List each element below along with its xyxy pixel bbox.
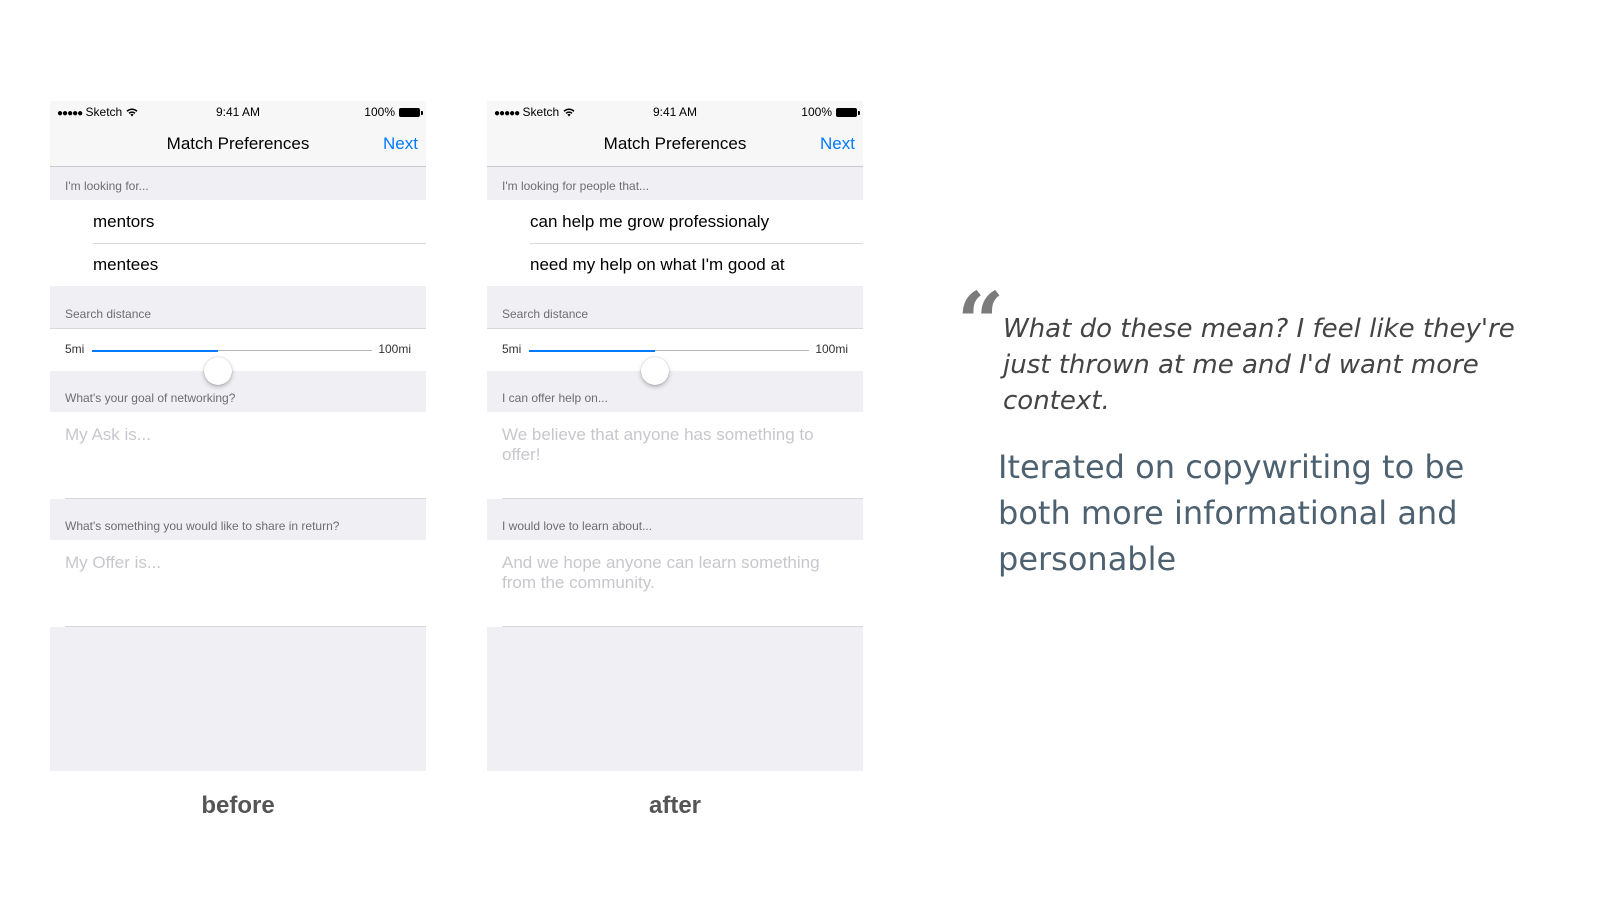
learn-textarea[interactable]: And we hope anyone can learn something f… <box>502 553 848 593</box>
battery-percent: 100% <box>801 105 832 119</box>
distance-slider-thumb[interactable] <box>204 357 232 385</box>
navigation-bar: Match Preferences Next <box>487 123 863 167</box>
divider <box>502 626 863 627</box>
summary-text: Iterated on copywriting to be both more … <box>998 448 1465 578</box>
nav-title: Match Preferences <box>166 134 310 153</box>
battery-percent: 100% <box>364 105 395 119</box>
caption-before: before <box>201 792 275 819</box>
slider-min-label: 5mi <box>65 342 85 356</box>
option-need-my-help[interactable]: need my help on what I'm good at <box>530 243 863 286</box>
distance-slider-track[interactable] <box>529 349 809 385</box>
battery-icon <box>399 107 423 117</box>
looking-for-label: I'm looking for... <box>65 179 149 193</box>
status-bar: ●●●●● Sketch 9:41 AM 100% <box>487 101 863 123</box>
navigation-bar: Match Preferences Next <box>50 123 426 167</box>
distance-slider-thumb[interactable] <box>641 357 669 385</box>
learn-field-block: And we hope anyone can learn something f… <box>487 540 863 627</box>
goal-label: What's your goal of networking? <box>65 391 236 405</box>
goal-field-block: My Ask is... <box>50 412 426 499</box>
distance-slider-fill <box>529 349 655 352</box>
share-label: What's something you would like to share… <box>65 519 340 533</box>
distance-slider-fill <box>92 349 218 352</box>
looking-for-label: I'm looking for people that... <box>502 179 650 193</box>
divider <box>65 498 426 499</box>
status-bar: ●●●●● Sketch 9:41 AM 100% <box>50 101 426 123</box>
option-mentors[interactable]: mentors <box>93 200 426 244</box>
distance-slider-row: 5mi 100mi <box>487 328 863 385</box>
offer-field-block: We believe that anyone has something to … <box>487 412 863 499</box>
looking-for-options: can help me grow professionaly need my h… <box>487 200 863 286</box>
divider <box>502 498 863 499</box>
share-field-block: My Offer is... <box>50 540 426 627</box>
slider-max-label: 100mi <box>815 342 848 356</box>
option-mentees[interactable]: mentees <box>93 243 426 286</box>
status-battery: 100% <box>364 105 423 119</box>
share-textarea[interactable]: My Offer is... <box>65 553 411 573</box>
goal-textarea[interactable]: My Ask is... <box>65 425 411 445</box>
offer-help-label: I can offer help on... <box>502 391 608 405</box>
phone-before: ●●●●● Sketch 9:41 AM 100% Match Preferen… <box>50 101 426 771</box>
offer-textarea[interactable]: We believe that anyone has something to … <box>502 425 848 465</box>
option-grow-professionally[interactable]: can help me grow professionaly <box>530 200 863 244</box>
quote-mark-icon: “ <box>957 275 1005 371</box>
next-button[interactable]: Next <box>820 134 855 154</box>
slider-max-label: 100mi <box>378 342 411 356</box>
learn-label: I would love to learn about... <box>502 519 653 533</box>
slider-min-label: 5mi <box>502 342 522 356</box>
status-battery: 100% <box>801 105 860 119</box>
looking-for-options: mentors mentees <box>50 200 426 286</box>
distance-slider-row: 5mi 100mi <box>50 328 426 385</box>
caption-after: after <box>648 792 702 819</box>
nav-title: Match Preferences <box>603 134 747 153</box>
search-distance-label: Search distance <box>502 307 589 321</box>
search-distance-label: Search distance <box>65 307 152 321</box>
next-button[interactable]: Next <box>383 134 418 154</box>
battery-icon <box>836 107 860 117</box>
user-quote: What do these mean? I feel like they're … <box>1003 314 1515 416</box>
distance-slider-track[interactable] <box>92 349 372 385</box>
divider <box>65 626 426 627</box>
phone-after: ●●●●● Sketch 9:41 AM 100% Match Preferen… <box>487 101 863 771</box>
